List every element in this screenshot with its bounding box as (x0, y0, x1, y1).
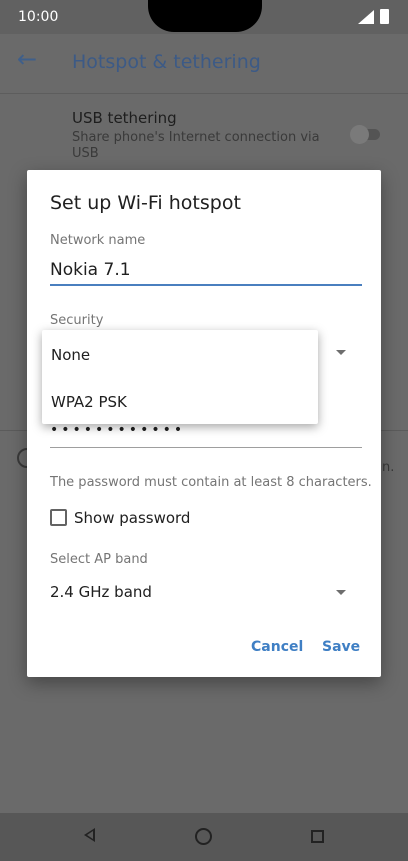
show-password-label[interactable]: Show password (74, 509, 190, 527)
toggle-thumb (350, 125, 369, 144)
security-dropdown-menu: None WPA2 PSK (42, 330, 318, 424)
network-name-underline (50, 284, 362, 286)
security-option-none[interactable]: None (51, 346, 90, 364)
usb-tethering-subtitle: Share phone's Internet connection via US… (72, 130, 320, 161)
security-label: Security (50, 313, 104, 328)
arrow-back-icon[interactable]: ← (17, 47, 39, 71)
show-password-checkbox[interactable] (50, 509, 67, 526)
usb-tethering-title: USB tethering (72, 109, 177, 127)
app-bar: ← Hotspot & tethering (0, 34, 408, 94)
dropdown-arrow-icon[interactable] (336, 350, 346, 355)
camera-notch (148, 0, 262, 32)
signal-icon (358, 10, 374, 24)
battery-icon (380, 9, 389, 24)
dropdown-arrow-icon[interactable] (336, 590, 346, 595)
page-title: Hotspot & tethering (72, 51, 261, 73)
ap-band-label: Select AP band (50, 552, 148, 567)
background-text-fragment: n. (382, 460, 395, 475)
status-bar: 10:00 (0, 0, 408, 34)
password-input[interactable]: •••••••••••• (50, 422, 185, 438)
ap-band-select[interactable]: 2.4 GHz band (50, 583, 152, 601)
nav-back-icon[interactable] (84, 828, 95, 842)
network-name-label: Network name (50, 233, 146, 248)
security-option-wpa2-psk[interactable]: WPA2 PSK (51, 393, 127, 411)
usb-tethering-toggle[interactable] (350, 125, 380, 144)
password-hint: The password must contain at least 8 cha… (50, 475, 372, 490)
status-time: 10:00 (18, 9, 59, 25)
navigation-bar (0, 813, 408, 861)
network-name-input[interactable]: Nokia 7.1 (50, 260, 131, 280)
password-underline (50, 447, 362, 448)
cancel-button[interactable]: Cancel (251, 639, 303, 655)
dialog-title: Set up Wi-Fi hotspot (50, 192, 241, 214)
save-button[interactable]: Save (322, 639, 360, 655)
nav-home-icon[interactable] (195, 828, 212, 845)
nav-recents-icon[interactable] (311, 830, 324, 843)
